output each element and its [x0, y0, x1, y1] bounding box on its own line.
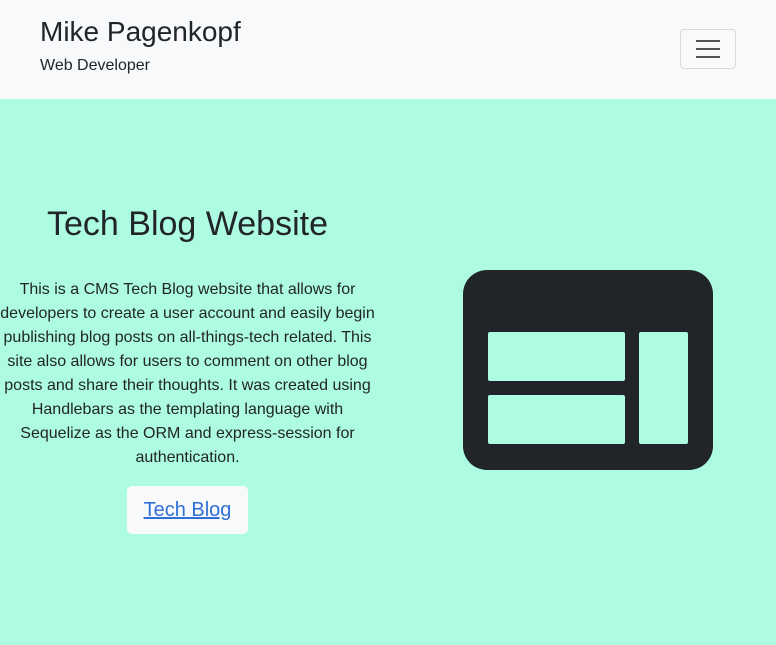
brand-subtitle: Web Developer	[40, 57, 150, 74]
brand: Mike Pagenkopf Web Developer	[40, 14, 241, 77]
layout-panel-right	[639, 332, 688, 444]
navbar-toggle-button[interactable]	[680, 29, 736, 69]
project-description: This is a CMS Tech Blog website that all…	[0, 281, 375, 466]
brand-name[interactable]: Mike Pagenkopf	[40, 14, 241, 50]
layout-panel-bottom-left	[488, 395, 625, 444]
project-hero: Tech Blog Website This is a CMS Tech Blo…	[0, 99, 776, 645]
tech-blog-link-button[interactable]: Tech Blog	[127, 486, 248, 534]
layout-panel-top-left	[488, 332, 625, 381]
browser-layout-icon	[463, 270, 713, 470]
hamburger-menu-icon	[696, 40, 720, 58]
navbar: Mike Pagenkopf Web Developer	[0, 0, 776, 99]
project-title: Tech Blog Website	[47, 205, 328, 243]
